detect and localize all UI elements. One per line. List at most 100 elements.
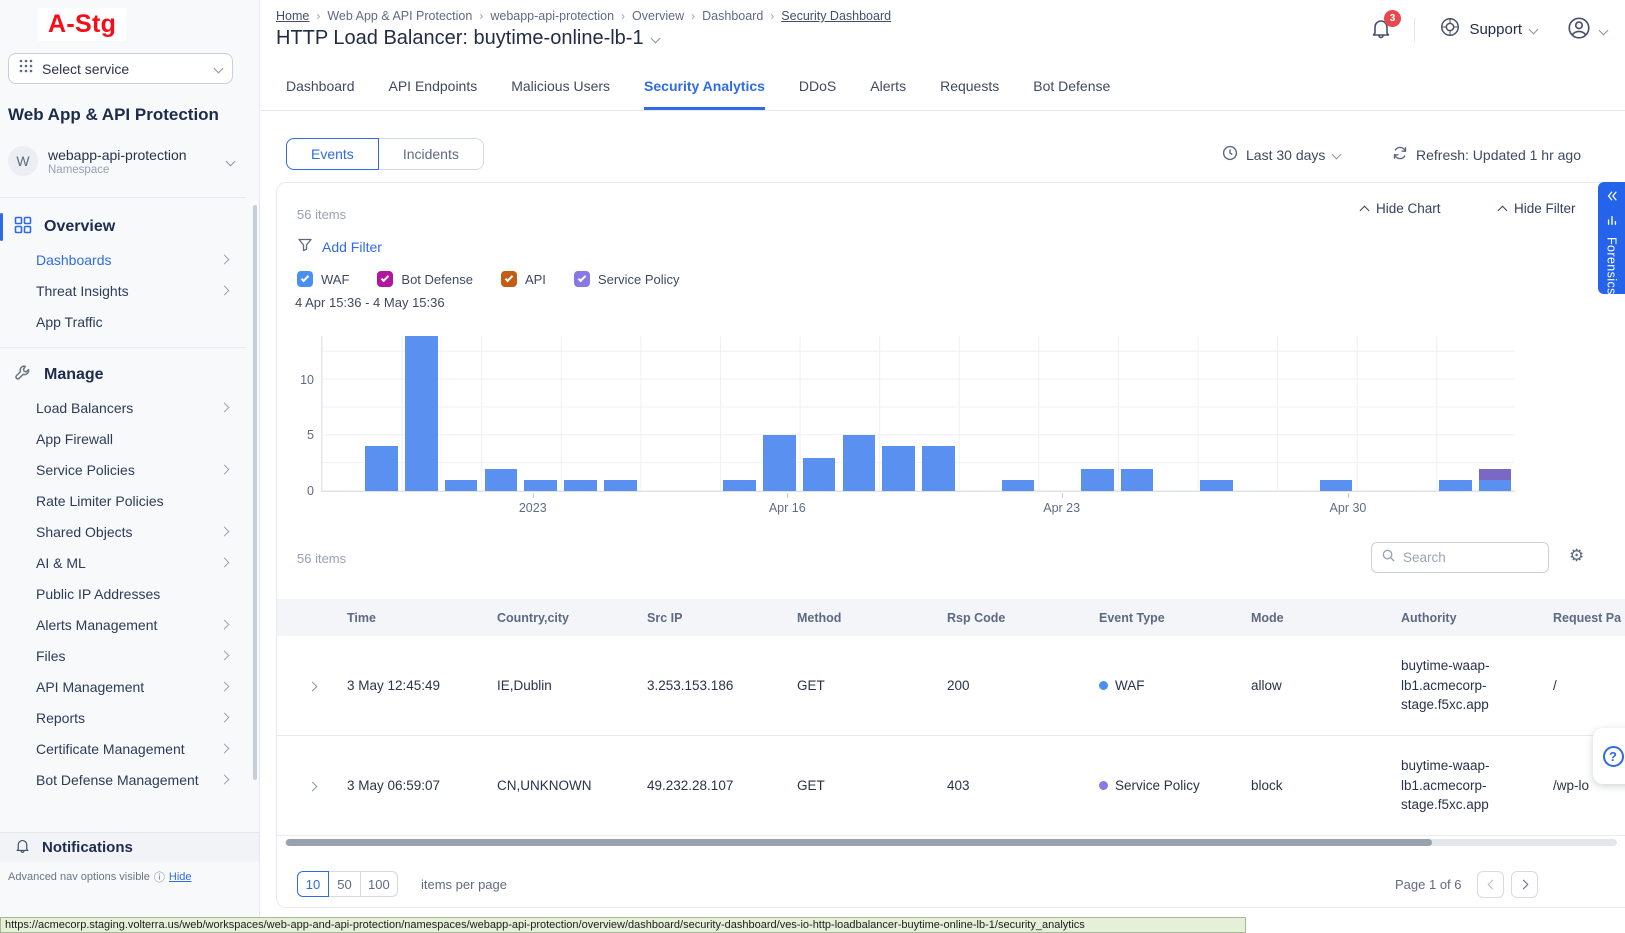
- sidebar-item-certificate-management[interactable]: Certificate Management: [0, 733, 246, 764]
- tab-security-analytics[interactable]: Security Analytics: [644, 78, 765, 110]
- chart-bar-events[interactable]: [1479, 480, 1512, 491]
- breadcrumb-overview[interactable]: Overview: [632, 9, 684, 23]
- grid-icon: [14, 216, 32, 239]
- column-header-authority[interactable]: Authority: [1401, 611, 1553, 625]
- chart-bar-events[interactable]: [1081, 469, 1114, 491]
- chart-bar-events[interactable]: [604, 480, 637, 491]
- hide-filter-button[interactable]: Hide Filter: [1499, 201, 1576, 216]
- chart-bar-events[interactable]: [882, 446, 915, 491]
- view-toggle-events[interactable]: Events: [286, 138, 379, 170]
- chart-bar-events[interactable]: [723, 480, 756, 491]
- sidebar-item-service-policies[interactable]: Service Policies: [0, 454, 246, 485]
- sidebar-item-bot-defense-management[interactable]: Bot Defense Management: [0, 764, 246, 795]
- breadcrumb-webapp-api-protection[interactable]: webapp-api-protection: [490, 9, 614, 23]
- filter-service-policy[interactable]: Service Policy: [574, 271, 680, 287]
- page-size-50[interactable]: 50: [329, 871, 361, 897]
- chart-bar-events[interactable]: [1002, 480, 1035, 491]
- column-header-src-ip[interactable]: Src IP: [647, 611, 797, 625]
- chart-bar-events[interactable]: [1439, 480, 1472, 491]
- refresh-button[interactable]: Refresh: Updated 1 hr ago: [1392, 145, 1581, 164]
- chart-bar-events[interactable]: [485, 469, 518, 491]
- time-range-selector[interactable]: Last 30 days: [1222, 145, 1340, 164]
- sidebar-section-overview[interactable]: Overview: [0, 210, 246, 244]
- table-row[interactable]: 3 May 12:45:49IE,Dublin3.253.153.186GET2…: [277, 636, 1625, 736]
- tab-malicious-users[interactable]: Malicious Users: [511, 78, 610, 110]
- help-button[interactable]: ?: [1593, 728, 1625, 784]
- chart-bar-service-policy[interactable]: [1479, 469, 1512, 480]
- breadcrumb-security-dashboard[interactable]: Security Dashboard: [781, 9, 891, 23]
- chart-bar-events[interactable]: [564, 480, 597, 491]
- previous-page-button[interactable]: [1477, 871, 1504, 898]
- sidebar-section-manage[interactable]: Manage: [0, 358, 246, 392]
- sidebar-item-label: Alerts Management: [36, 617, 157, 633]
- sidebar-item-reports[interactable]: Reports: [0, 702, 246, 733]
- add-filter-button[interactable]: Add Filter: [297, 237, 382, 256]
- tab-dashboard[interactable]: Dashboard: [286, 78, 355, 110]
- sidebar-item-app-firewall[interactable]: App Firewall: [0, 423, 246, 454]
- chart-bar-events[interactable]: [843, 435, 876, 491]
- filter-api[interactable]: API: [501, 271, 546, 287]
- chart-bar-events[interactable]: [922, 446, 955, 491]
- sidebar-item-shared-objects[interactable]: Shared Objects: [0, 516, 246, 547]
- hide-chart-button[interactable]: Hide Chart: [1361, 201, 1441, 216]
- tab-api-endpoints[interactable]: API Endpoints: [389, 78, 478, 110]
- expand-row-icon[interactable]: [307, 782, 317, 792]
- filter-bot-defense[interactable]: Bot Defense: [377, 271, 473, 287]
- notifications-bell-button[interactable]: 3: [1369, 16, 1395, 42]
- chart-bar-events[interactable]: [763, 435, 796, 491]
- chart-bar-events[interactable]: [1320, 480, 1353, 491]
- table-settings-gear-icon[interactable]: ⚙: [1569, 546, 1584, 566]
- column-header-method[interactable]: Method: [797, 611, 947, 625]
- expand-row-icon[interactable]: [307, 682, 317, 692]
- column-header-rsp-code[interactable]: Rsp Code: [947, 611, 1099, 625]
- tab-bot-defense[interactable]: Bot Defense: [1033, 78, 1110, 110]
- horizontal-scrollbar-track[interactable]: [285, 839, 1617, 846]
- chart-bar-events[interactable]: [445, 480, 478, 491]
- sidebar-item-api-management[interactable]: API Management: [0, 671, 246, 702]
- forensics-panel-tab[interactable]: Forensics: [1598, 182, 1625, 294]
- chart-bar-events[interactable]: [365, 446, 398, 491]
- hide-advanced-nav-link[interactable]: Hide: [169, 871, 192, 883]
- user-account-menu[interactable]: [1566, 15, 1607, 46]
- horizontal-scrollbar-thumb[interactable]: [286, 839, 1432, 846]
- page-size-100[interactable]: 100: [361, 871, 398, 897]
- select-service-dropdown[interactable]: Select service: [8, 53, 233, 84]
- column-header-time[interactable]: Time: [347, 611, 497, 625]
- sidebar-item-app-traffic[interactable]: App Traffic: [0, 306, 246, 337]
- sidebar-item-notifications[interactable]: Notifications: [0, 832, 259, 862]
- sidebar-item-alerts-management[interactable]: Alerts Management: [0, 609, 246, 640]
- chart-bar-events[interactable]: [1121, 469, 1154, 491]
- page-size-10[interactable]: 10: [297, 871, 329, 897]
- column-header-country-city[interactable]: Country,city: [497, 611, 647, 625]
- sidebar-item-rate-limiter-policies[interactable]: Rate Limiter Policies: [0, 485, 246, 516]
- sidebar-scrollbar[interactable]: [253, 205, 257, 780]
- next-page-button[interactable]: [1511, 871, 1538, 898]
- chart-bar-events[interactable]: [803, 458, 836, 491]
- column-header-event-type[interactable]: Event Type: [1099, 611, 1251, 625]
- breadcrumb-dashboard[interactable]: Dashboard: [702, 9, 763, 23]
- column-header-mode[interactable]: Mode: [1251, 611, 1401, 625]
- breadcrumb-web-app-api-protection[interactable]: Web App & API Protection: [327, 9, 472, 23]
- sidebar-item-threat-insights[interactable]: Threat Insights: [0, 275, 246, 306]
- view-toggle-incidents[interactable]: Incidents: [379, 138, 484, 170]
- tab-requests[interactable]: Requests: [940, 78, 999, 110]
- search-input[interactable]: [1403, 550, 1539, 565]
- chart-bar-events[interactable]: [524, 480, 557, 491]
- filter-waf[interactable]: WAF: [297, 271, 349, 287]
- tab-ddos[interactable]: DDoS: [799, 78, 836, 110]
- sidebar-item-files[interactable]: Files: [0, 640, 246, 671]
- title-chevron-down-icon[interactable]: [650, 34, 660, 44]
- breadcrumb-home[interactable]: Home: [276, 9, 309, 23]
- chart-bar-events[interactable]: [405, 336, 438, 491]
- table-row[interactable]: 3 May 06:59:07CN,UNKNOWN49.232.28.107GET…: [277, 736, 1625, 836]
- column-header-request-pa[interactable]: Request Pa: [1553, 611, 1625, 625]
- tab-alerts[interactable]: Alerts: [870, 78, 906, 110]
- sidebar-item-dashboards[interactable]: Dashboards: [0, 244, 246, 275]
- sidebar-item-load-balancers[interactable]: Load Balancers: [0, 392, 246, 423]
- sidebar-item-ai-ml[interactable]: AI & ML: [0, 547, 246, 578]
- chart-bar-events[interactable]: [1200, 480, 1233, 491]
- chart-slot: [1197, 336, 1237, 491]
- support-menu[interactable]: Support: [1439, 16, 1537, 43]
- sidebar-item-public-ip-addresses[interactable]: Public IP Addresses: [0, 578, 246, 609]
- namespace-selector[interactable]: W webapp-api-protection Namespace: [8, 141, 248, 181]
